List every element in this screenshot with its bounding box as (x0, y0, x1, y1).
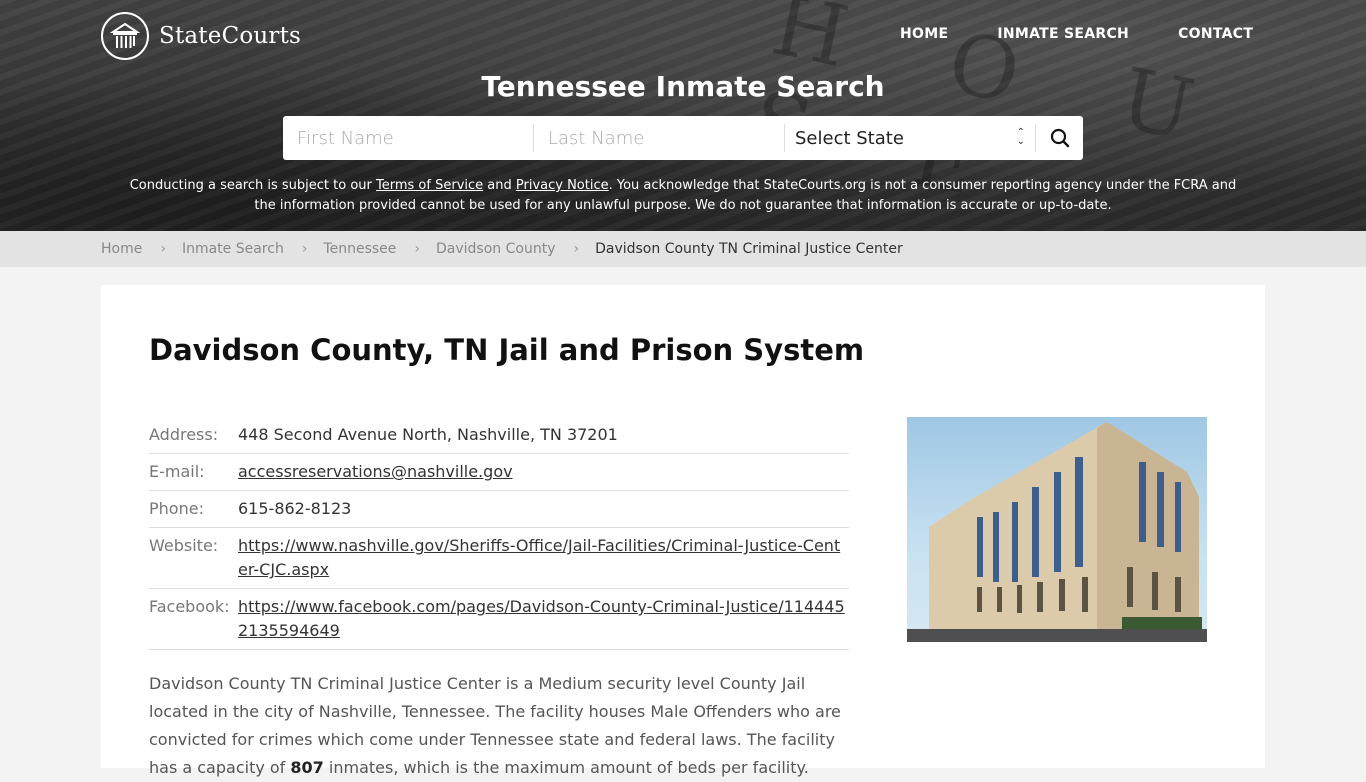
facility-photo (907, 417, 1207, 642)
chevron-right-icon: › (160, 241, 166, 257)
building-illustration (907, 422, 1207, 642)
inmate-search-form: Select State ⌃⌄ (283, 116, 1083, 160)
chevron-right-icon: › (573, 241, 580, 257)
facebook-link[interactable]: https://www.facebook.com/pages/Davidson-… (238, 597, 845, 640)
main-nav: HOME INMATE SEARCH CONTACT (900, 26, 1253, 42)
hero-banner: H O U S E StateCourts HOME INMATE SEARCH… (0, 0, 1366, 231)
breadcrumb-davidson-county[interactable]: Davidson County (436, 241, 555, 257)
state-select-value: Select State (795, 127, 904, 149)
disclaimer-text: and (483, 178, 516, 193)
detail-row-website: Website: https://www.nashville.gov/Sheri… (149, 528, 849, 589)
search-disclaimer: Conducting a search is subject to our Te… (120, 176, 1246, 216)
facility-card: Davidson County, TN Jail and Prison Syst… (101, 285, 1265, 777)
address-label: Address: (149, 425, 219, 444)
page-title: Davidson County, TN Jail and Prison Syst… (149, 333, 865, 367)
detail-row-email: E-mail: accessreservations@nashville.gov (149, 454, 849, 491)
first-name-input[interactable] (283, 116, 533, 160)
phone-label: Phone: (149, 499, 204, 518)
facility-description: Davidson County TN Criminal Justice Cent… (149, 670, 849, 782)
select-arrows-icon: ⌃ ⌄ (1016, 127, 1025, 147)
breadcrumb-home[interactable]: Home (101, 241, 142, 257)
breadcrumb-inmate-search[interactable]: Inmate Search (182, 241, 284, 257)
detail-row-address: Address: 448 Second Avenue North, Nashvi… (149, 417, 849, 454)
hero-title: Tennessee Inmate Search (481, 70, 885, 103)
nav-home[interactable]: HOME (900, 26, 948, 42)
phone-value: 615-862-8123 (238, 499, 352, 518)
breadcrumb: Home › Inmate Search › Tennessee › David… (0, 231, 1366, 267)
state-select[interactable]: Select State ⌃ ⌄ (785, 116, 1035, 160)
courthouse-columns-icon (101, 12, 149, 60)
privacy-notice-link[interactable]: Privacy Notice (516, 178, 609, 193)
email-link[interactable]: accessreservations@nashville.gov (238, 462, 513, 481)
chevron-right-icon: › (301, 241, 308, 257)
detail-row-phone: Phone: 615-862-8123 (149, 491, 849, 528)
breadcrumb-tennessee[interactable]: Tennessee (323, 241, 396, 257)
brand-logo[interactable]: StateCourts (101, 12, 301, 60)
last-name-input[interactable] (534, 116, 784, 160)
detail-row-facebook: Facebook: https://www.facebook.com/pages… (149, 589, 849, 650)
facebook-label: Facebook: (149, 597, 230, 616)
terms-of-service-link[interactable]: Terms of Service (376, 178, 483, 193)
facility-details-table: Address: 448 Second Avenue North, Nashvi… (149, 417, 849, 650)
address-value: 448 Second Avenue North, Nashville, TN 3… (238, 425, 618, 444)
nav-contact[interactable]: CONTACT (1178, 26, 1253, 42)
search-icon (1050, 128, 1069, 148)
disclaimer-text: Conducting a search is subject to our (129, 178, 377, 193)
search-button[interactable] (1036, 116, 1083, 160)
email-label: E-mail: (149, 462, 205, 481)
chevron-right-icon: › (414, 241, 421, 257)
website-label: Website: (149, 536, 219, 555)
breadcrumb-current: Davidson County TN Criminal Justice Cent… (595, 241, 903, 257)
website-link[interactable]: https://www.nashville.gov/Sheriffs-Offic… (238, 536, 840, 579)
nav-inmate-search[interactable]: INMATE SEARCH (997, 26, 1129, 42)
brand-name: StateCourts (159, 23, 302, 49)
